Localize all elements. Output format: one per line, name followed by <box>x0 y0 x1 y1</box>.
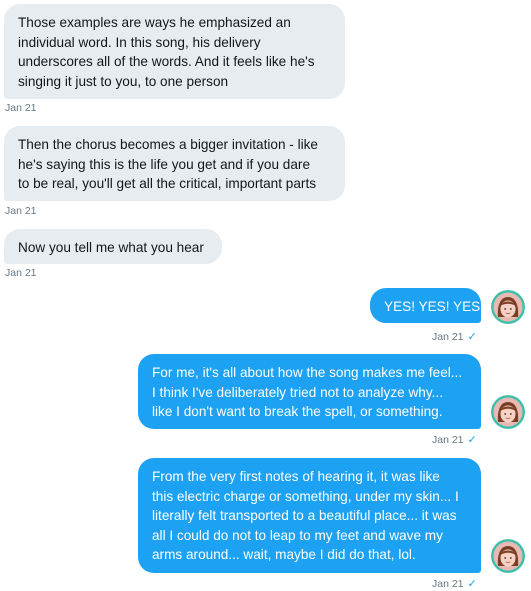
message-text-line: arms around... wait, maybe I did do that… <box>152 547 416 562</box>
user-avatar-icon[interactable] <box>491 539 525 573</box>
message-text-line: underscores all of the words. And it fee… <box>18 54 315 69</box>
message-text-line: Now you tell me what you hear <box>18 240 204 255</box>
message-text-line: literally felt transported to a beautifu… <box>152 508 457 523</box>
message-text-line: he's saying this is the life you get and… <box>18 156 311 172</box>
message-timestamp: Jan 21 ✓ <box>432 577 477 590</box>
read-check-icon: ✓ <box>467 434 477 446</box>
incoming-message-bubble[interactable]: Then the chorus becomes a bigger invitat… <box>4 126 345 201</box>
message-text-line: Those examples are ways he emphasized an <box>18 15 291 30</box>
message-text-line: this electric charge or something, under… <box>152 488 459 504</box>
message-timestamp: Jan 21 <box>5 267 37 279</box>
message-timestamp: Jan 21 <box>5 102 37 114</box>
outgoing-message-bubble[interactable]: YES! YES! YES! <box>370 288 484 323</box>
outgoing-message-bubble[interactable]: For me, it's all about how the song make… <box>138 354 481 429</box>
read-check-icon: ✓ <box>467 331 477 343</box>
message-timestamp: Jan 21 ✓ <box>432 433 477 446</box>
message-timestamp: Jan 21 ✓ <box>432 330 477 343</box>
message-text-line: all I could do not to leap to my feet an… <box>152 527 443 543</box>
read-check-icon: ✓ <box>467 578 477 590</box>
incoming-message-bubble[interactable]: Those examples are ways he emphasized an… <box>4 4 345 99</box>
message-timestamp: Jan 21 <box>5 205 37 217</box>
message-text-line: to be real, you'll get all the critical,… <box>18 176 317 191</box>
dm-conversation: Those examples are ways he emphasized an… <box>0 0 531 591</box>
timestamp-text: Jan 21 <box>432 331 464 343</box>
message-text-line: singing it just to you, to one person <box>18 73 229 89</box>
incoming-message-bubble[interactable]: Now you tell me what you hear <box>4 229 222 264</box>
message-text-line: For me, it's all about how the song make… <box>152 365 463 380</box>
message-text-line: individual word. In this song, his deliv… <box>18 34 261 50</box>
message-text-line: Then the chorus becomes a bigger invitat… <box>18 137 318 152</box>
message-text-line: I think I've deliberately tried not to a… <box>152 384 443 400</box>
message-text-line: like I don't want to break the spell, or… <box>152 404 443 419</box>
outgoing-message-bubble[interactable]: From the very first notes of hearing it,… <box>138 458 481 573</box>
message-text-line: From the very first notes of hearing it,… <box>152 469 440 484</box>
user-avatar-icon[interactable] <box>491 395 525 429</box>
user-avatar-icon[interactable] <box>491 290 525 324</box>
timestamp-text: Jan 21 <box>432 578 464 590</box>
message-text-line: YES! YES! YES! <box>384 299 484 314</box>
timestamp-text: Jan 21 <box>432 434 464 446</box>
